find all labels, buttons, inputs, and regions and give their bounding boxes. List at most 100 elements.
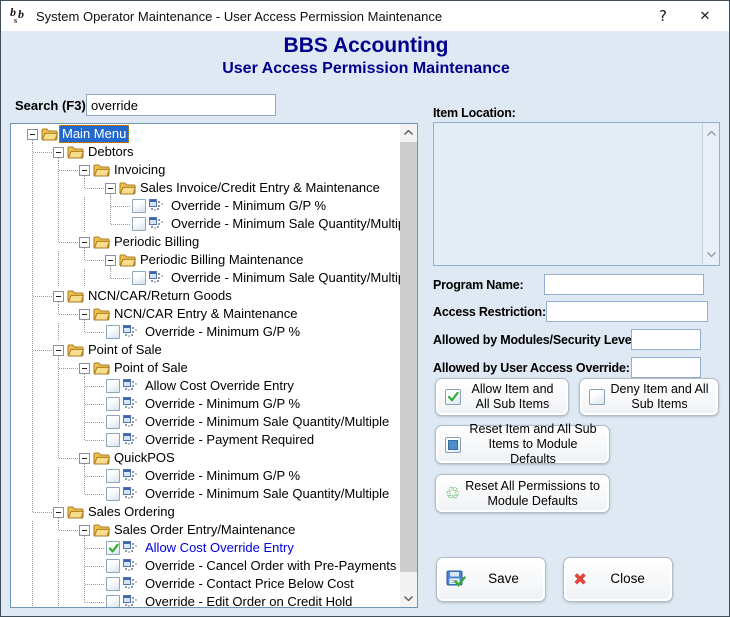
tree-item-label[interactable]: Override - Minimum Sale Quantity/Multipl…: [142, 413, 392, 431]
collapse-toggle[interactable]: [105, 255, 116, 266]
collapse-toggle[interactable]: [53, 291, 64, 302]
tree-leaf-row[interactable]: Override - Minimum G/P %: [11, 395, 400, 413]
tree-item-label[interactable]: Override - Cancel Order with Pre-Payment…: [142, 557, 399, 575]
collapse-toggle[interactable]: [53, 507, 64, 518]
tree-item-label[interactable]: Allow Cost Override Entry: [142, 539, 297, 557]
tree-item-label[interactable]: Point of Sale: [85, 341, 165, 359]
tree-item-label[interactable]: Point of Sale: [111, 359, 191, 377]
collapse-toggle[interactable]: [79, 237, 90, 248]
tree-item-label[interactable]: NCN/CAR/Return Goods: [85, 287, 235, 305]
reset-all-permissions-button[interactable]: ♲ Reset All Permissions to Module Defaul…: [435, 474, 610, 513]
access-restriction-input[interactable]: [546, 301, 708, 322]
tree-leaf-row[interactable]: Override - Minimum Sale Quantity/Multipl…: [11, 485, 400, 503]
tree-item-label[interactable]: Override - Minimum G/P %: [142, 323, 303, 341]
tree-item-label[interactable]: Override - Minimum G/P %: [168, 197, 329, 215]
tree-folder-row[interactable]: Periodic Billing: [11, 233, 400, 251]
tree-item-label[interactable]: Override - Minimum G/P %: [142, 395, 303, 413]
tree-item-label[interactable]: QuickPOS: [111, 449, 178, 467]
tree-item-label[interactable]: Override - Minimum Sale Quantity/Multipl…: [168, 215, 400, 233]
item-location-scrollbar[interactable]: [702, 123, 719, 265]
permission-checkbox[interactable]: [106, 397, 120, 411]
tree-leaf-row[interactable]: Override - Minimum G/P %: [11, 197, 400, 215]
close-button[interactable]: ✖ Close: [563, 557, 673, 602]
tree-item-label[interactable]: Debtors: [85, 143, 137, 161]
tree-item-label[interactable]: Override - Edit Order on Credit Hold: [142, 593, 355, 607]
tree-item-label[interactable]: Allow Cost Override Entry: [142, 377, 297, 395]
collapse-toggle[interactable]: [79, 165, 90, 176]
tree-folder-row[interactable]: Invoicing: [11, 161, 400, 179]
deny-item-button[interactable]: Deny Item and All Sub Items: [579, 378, 719, 416]
permission-checkbox[interactable]: [106, 559, 120, 573]
scrollbar-thumb[interactable]: [400, 142, 417, 572]
collapse-toggle[interactable]: [79, 363, 90, 374]
tree-folder-row[interactable]: Sales Order Entry/Maintenance: [11, 521, 400, 539]
permission-checkbox[interactable]: [106, 595, 120, 607]
save-button[interactable]: Save: [436, 557, 546, 602]
tree-item-label[interactable]: Override - Payment Required: [142, 431, 317, 449]
collapse-toggle[interactable]: [79, 309, 90, 320]
tree-leaf-row[interactable]: Override - Minimum Sale Quantity/Multipl…: [11, 269, 400, 287]
tree-leaf-row[interactable]: Override - Minimum Sale Quantity/Multipl…: [11, 413, 400, 431]
collapse-toggle[interactable]: [79, 525, 90, 536]
collapse-toggle[interactable]: [105, 183, 116, 194]
permission-checkbox[interactable]: [106, 433, 120, 447]
collapse-toggle[interactable]: [53, 345, 64, 356]
tree-item-label[interactable]: Override - Minimum Sale Quantity/Multipl…: [168, 269, 400, 287]
allow-item-button[interactable]: Allow Item and All Sub Items: [435, 378, 569, 416]
tree-folder-row[interactable]: NCN/CAR/Return Goods: [11, 287, 400, 305]
tree-folder-row[interactable]: Main Menu: [11, 125, 400, 143]
scroll-down-arrow-icon[interactable]: [400, 590, 417, 607]
tree-folder-row[interactable]: Sales Ordering: [11, 503, 400, 521]
tree-leaf-row[interactable]: Override - Minimum Sale Quantity/Multipl…: [11, 215, 400, 233]
program-name-input[interactable]: [544, 274, 704, 295]
tree-item-label[interactable]: Invoicing: [111, 161, 168, 179]
permission-checkbox[interactable]: [106, 379, 120, 393]
scroll-up-arrow-icon[interactable]: [703, 125, 720, 142]
tree-item-label[interactable]: Override - Minimum Sale Quantity/Multipl…: [142, 485, 392, 503]
permission-checkbox[interactable]: [106, 415, 120, 429]
tree-folder-row[interactable]: Sales Invoice/Credit Entry & Maintenance: [11, 179, 400, 197]
permission-checkbox[interactable]: [132, 217, 146, 231]
permission-checkbox[interactable]: [132, 271, 146, 285]
tree-item-label[interactable]: Override - Contact Price Below Cost: [142, 575, 357, 593]
tree-item-label[interactable]: NCN/CAR Entry & Maintenance: [111, 305, 301, 323]
tree-leaf-row[interactable]: Override - Payment Required: [11, 431, 400, 449]
help-button[interactable]: ?: [645, 1, 681, 31]
tree-scrollbar[interactable]: [400, 124, 417, 607]
permission-checkbox[interactable]: [106, 469, 120, 483]
modules-security-level-input[interactable]: [631, 329, 701, 350]
collapse-toggle[interactable]: [53, 147, 64, 158]
tree-leaf-row[interactable]: Override - Cancel Order with Pre-Payment…: [11, 557, 400, 575]
search-input[interactable]: [86, 94, 276, 116]
tree-folder-row[interactable]: Point of Sale: [11, 341, 400, 359]
scroll-up-arrow-icon[interactable]: [400, 124, 417, 141]
permission-checkbox[interactable]: [106, 487, 120, 501]
tree-item-label[interactable]: Periodic Billing: [111, 233, 202, 251]
user-access-override-input[interactable]: [631, 357, 701, 378]
collapse-toggle[interactable]: [79, 453, 90, 464]
permission-checkbox[interactable]: [106, 325, 120, 339]
tree-folder-row[interactable]: NCN/CAR Entry & Maintenance: [11, 305, 400, 323]
tree-item-label[interactable]: Override - Minimum G/P %: [142, 467, 303, 485]
window-close-button[interactable]: ✕: [687, 1, 723, 31]
permission-checkbox[interactable]: [106, 541, 120, 555]
tree-leaf-row[interactable]: Override - Contact Price Below Cost: [11, 575, 400, 593]
tree-item-label[interactable]: Periodic Billing Maintenance: [137, 251, 306, 269]
tree-folder-row[interactable]: QuickPOS: [11, 449, 400, 467]
permission-checkbox[interactable]: [106, 577, 120, 591]
permission-checkbox[interactable]: [132, 199, 146, 213]
tree-leaf-row[interactable]: Override - Minimum G/P %: [11, 323, 400, 341]
tree-folder-row[interactable]: Periodic Billing Maintenance: [11, 251, 400, 269]
scroll-down-arrow-icon[interactable]: [703, 246, 720, 263]
tree-item-label[interactable]: Main Menu: [59, 125, 129, 143]
tree-folder-row[interactable]: Point of Sale: [11, 359, 400, 377]
tree-folder-row[interactable]: Debtors: [11, 143, 400, 161]
tree-item-label[interactable]: Sales Ordering: [85, 503, 178, 521]
tree-item-label[interactable]: Sales Invoice/Credit Entry & Maintenance: [137, 179, 383, 197]
tree-leaf-row[interactable]: Override - Minimum G/P %: [11, 467, 400, 485]
reset-item-button[interactable]: Reset Item and All Sub Items to Module D…: [435, 425, 610, 464]
tree-leaf-row[interactable]: Allow Cost Override Entry: [11, 539, 400, 557]
tree-leaf-row[interactable]: Override - Edit Order on Credit Hold: [11, 593, 400, 607]
tree-item-label[interactable]: Sales Order Entry/Maintenance: [111, 521, 298, 539]
collapse-toggle[interactable]: [27, 129, 38, 140]
